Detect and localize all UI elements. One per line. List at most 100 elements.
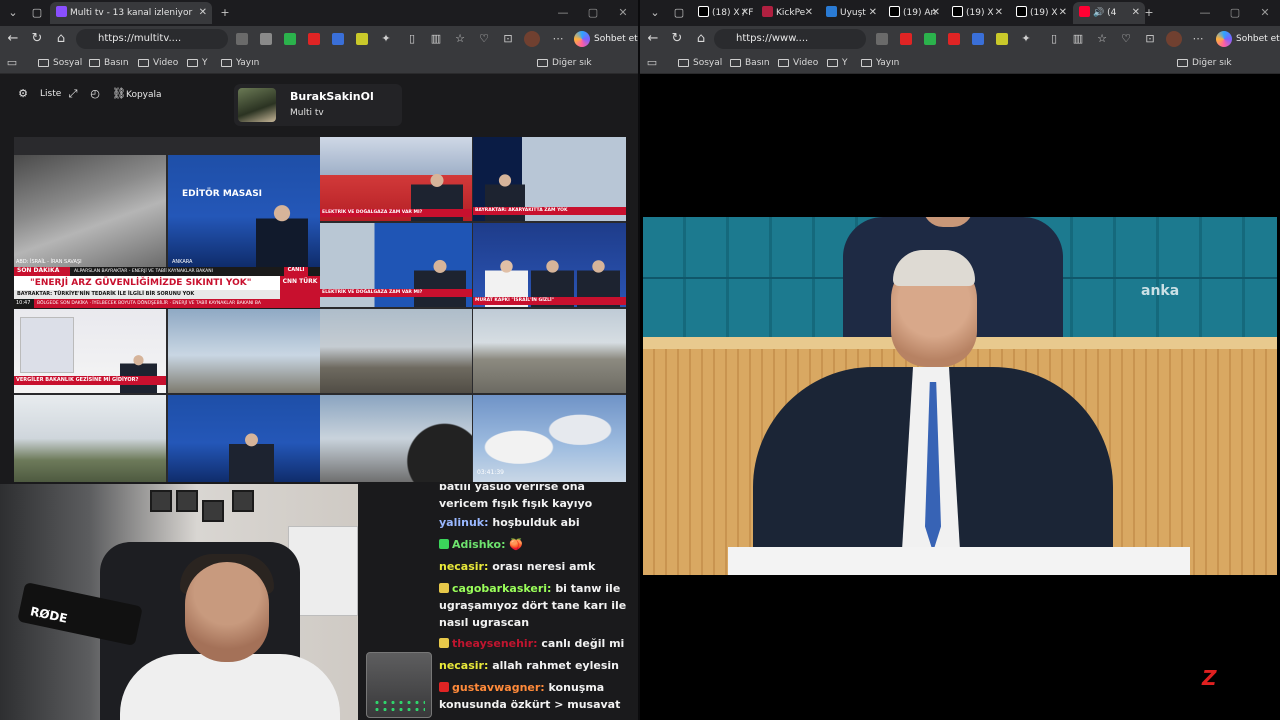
tab-actions-icon[interactable]: ⌄: [646, 4, 664, 22]
address-bar[interactable]: https://multitv....: [76, 29, 228, 49]
workspaces-icon[interactable]: ▢: [670, 4, 688, 22]
more-menu-icon[interactable]: ⋯: [1190, 30, 1206, 48]
copilot-button[interactable]: Sohbet et: [574, 30, 638, 48]
extension-icon[interactable]: [236, 33, 248, 45]
collections-icon[interactable]: ♡: [1118, 30, 1134, 48]
tab-actions-icon[interactable]: ⌄: [4, 4, 22, 22]
address-bar[interactable]: https://www....: [714, 29, 866, 49]
extension-puzzle-icon[interactable]: ✦: [378, 30, 394, 48]
fullscreen-button[interactable]: ⤢: [66, 84, 80, 104]
split-screen-icon[interactable]: ▯: [404, 30, 420, 48]
split-screen-icon[interactable]: ▯: [1046, 30, 1062, 48]
close-window-icon[interactable]: ✕: [1250, 0, 1280, 26]
tab-x[interactable]: (19) X ✕: [1010, 2, 1072, 24]
collections-icon[interactable]: ♡: [476, 30, 492, 48]
copy-button[interactable]: ⛓Kopyala: [112, 84, 162, 104]
extension-icon[interactable]: [996, 33, 1008, 45]
bookmark-menu-icon[interactable]: ▭: [644, 54, 660, 72]
back-icon[interactable]: ←: [4, 30, 22, 48]
stream-tile[interactable]: ELEKTRİK VE DOĞALGAZA ZAM VAR MI?: [320, 137, 472, 221]
close-tab-icon[interactable]: ✕: [199, 2, 207, 24]
favorites-star-icon[interactable]: ☆: [1094, 30, 1110, 48]
extension-icon[interactable]: [948, 33, 960, 45]
stream-tile[interactable]: 03:41:39: [473, 395, 626, 482]
profile-avatar[interactable]: [524, 31, 540, 47]
close-tab-icon[interactable]: ✕: [1132, 2, 1140, 24]
stream-tile[interactable]: BAYRAKTAR: AKARYAKITTA ZAM YOK: [473, 137, 626, 221]
maximize-icon[interactable]: ▢: [1220, 0, 1250, 26]
tab-youtube[interactable]: 🔊 (4 ✕: [1073, 2, 1145, 24]
bookmark-folder-sosyal[interactable]: Sosyal: [678, 55, 722, 71]
bookmark-folder-basin[interactable]: Basın: [89, 55, 129, 71]
bookmark-folder-yayin[interactable]: Yayın: [861, 55, 899, 71]
bookmark-folder-video[interactable]: Video: [778, 55, 818, 71]
tab-x[interactable]: (19) An ✕: [883, 2, 945, 24]
bookmark-menu-icon[interactable]: ▭: [4, 54, 20, 72]
close-tab-icon[interactable]: ✕: [995, 2, 1003, 24]
extension-icon[interactable]: [876, 33, 888, 45]
extension-icon[interactable]: [260, 33, 272, 45]
close-tab-icon[interactable]: ✕: [805, 2, 813, 24]
stream-tile[interactable]: ELEKTRİK VE DOĞALGAZA ZAM VAR MI?: [320, 223, 472, 307]
list-button[interactable]: Liste: [36, 84, 61, 104]
bookmark-folder-sosyal[interactable]: Sosyal: [38, 55, 82, 71]
new-tab-icon[interactable]: +: [216, 4, 234, 22]
bookmark-folder-yayin[interactable]: Yayın: [221, 55, 259, 71]
new-tab-icon[interactable]: +: [1140, 4, 1158, 22]
refresh-icon[interactable]: ↻: [668, 30, 686, 48]
close-tab-icon[interactable]: ✕: [869, 2, 877, 24]
home-icon[interactable]: ⌂: [52, 30, 70, 48]
tab-news[interactable]: Uyuşt ✕: [820, 2, 882, 24]
stream-tile[interactable]: [320, 309, 472, 393]
tab-kick[interactable]: KickPe ✕: [756, 2, 818, 24]
sidebar-icon[interactable]: ▥: [428, 30, 444, 48]
extension-icon[interactable]: [900, 33, 912, 45]
other-favorites[interactable]: Diğer sık kullanılanlar: [1177, 55, 1280, 84]
stream-tile[interactable]: ABD: İSRAİL - İRAN SAVAŞI: [14, 155, 166, 267]
settings-button[interactable]: ⚙: [16, 84, 30, 104]
extension-icon[interactable]: [356, 33, 368, 45]
stream-tile[interactable]: [320, 395, 472, 482]
translate-icon[interactable]: [332, 33, 344, 45]
close-tab-icon[interactable]: ✕: [932, 2, 940, 24]
stream-tile[interactable]: [168, 309, 320, 393]
translate-icon[interactable]: [972, 33, 984, 45]
close-window-icon[interactable]: ✕: [608, 0, 638, 26]
video-player[interactable]: anka Z: [640, 74, 1280, 720]
stream-tile[interactable]: EDİTÖR MASASI ANKARA: [168, 155, 320, 267]
extension-puzzle-icon[interactable]: ✦: [1018, 30, 1034, 48]
extension-icon[interactable]: [284, 33, 296, 45]
video-frame[interactable]: anka: [643, 217, 1277, 575]
maximize-icon[interactable]: ▢: [578, 0, 608, 26]
stream-tile[interactable]: MURAT KAPKI "İSRAİL'İN GİZLİ": [473, 223, 626, 307]
screenshot-icon[interactable]: ⊡: [1142, 30, 1158, 48]
tab-x[interactable]: (18) X / F ✕: [692, 2, 754, 24]
stream-tile[interactable]: [168, 395, 320, 482]
minimize-icon[interactable]: —: [1190, 0, 1220, 26]
sidebar-icon[interactable]: ▥: [1070, 30, 1086, 48]
bookmark-folder-video[interactable]: Video: [138, 55, 178, 71]
favorites-star-icon[interactable]: ☆: [452, 30, 468, 48]
copilot-button[interactable]: Sohbet et: [1216, 30, 1280, 48]
close-tab-icon[interactable]: ✕: [1059, 2, 1067, 24]
tab-multitv[interactable]: Multi tv - 13 kanal izleniyor ✕: [50, 2, 212, 24]
more-menu-icon[interactable]: ⋯: [550, 30, 566, 48]
minimize-icon[interactable]: —: [548, 0, 578, 26]
home-icon[interactable]: ⌂: [692, 30, 710, 48]
stream-tile[interactable]: [14, 395, 166, 482]
channel-card[interactable]: BurakSakinOl Multi tv: [234, 84, 402, 126]
refresh-icon[interactable]: ↻: [28, 30, 46, 48]
back-icon[interactable]: ←: [644, 30, 662, 48]
bookmark-folder-y[interactable]: Y: [827, 55, 848, 71]
profile-avatar[interactable]: [1166, 31, 1182, 47]
stream-tile[interactable]: [473, 309, 626, 393]
bookmark-folder-y[interactable]: Y: [187, 55, 208, 71]
screenshot-icon[interactable]: ⊡: [500, 30, 516, 48]
extension-icon[interactable]: [924, 33, 936, 45]
timer-button[interactable]: ◴: [88, 84, 102, 104]
bookmark-folder-basin[interactable]: Basın: [730, 55, 770, 71]
stream-tile[interactable]: VERGİLER BAKANLIK GEZİSİNE Mİ GİDİYOR?: [14, 309, 166, 393]
tab-x[interactable]: (19) X ✕: [946, 2, 1008, 24]
breaking-news-banner[interactable]: SON DAKİKA ALPARSLAN BAYRAKTAR - ENERJİ …: [14, 267, 320, 309]
other-favorites[interactable]: Diğer sık kullanılanlar: [537, 55, 638, 84]
